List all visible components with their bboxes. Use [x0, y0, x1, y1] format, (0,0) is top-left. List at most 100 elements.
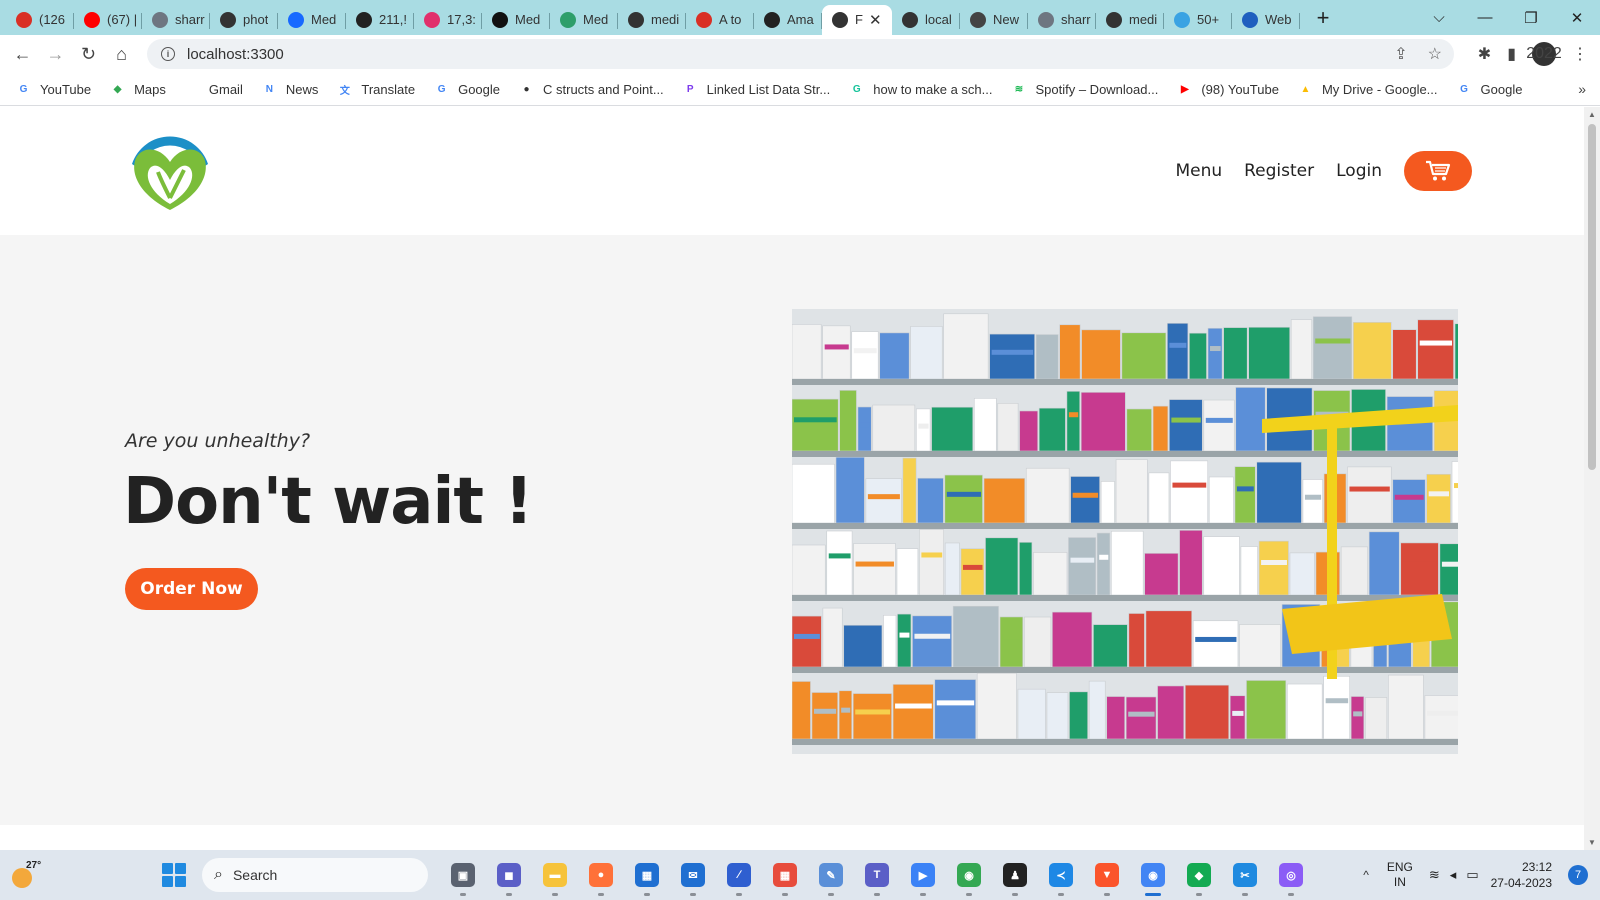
page-scrollbar[interactable]: ▲ ▼	[1584, 107, 1600, 850]
taskbar-app[interactable]: ▬	[532, 850, 578, 900]
taskbar-app[interactable]: ▶	[900, 850, 946, 900]
home-button[interactable]: ⌂	[105, 44, 138, 65]
profile-avatar[interactable]: 2022	[1526, 42, 1562, 66]
clock[interactable]: 23:12 27-04-2023	[1491, 859, 1552, 891]
browser-tab[interactable]: (67) |	[74, 5, 142, 35]
restore-button[interactable]: ❐	[1508, 9, 1554, 27]
browser-tab[interactable]: (126	[6, 5, 74, 35]
side-panel-icon[interactable]: ▮	[1507, 44, 1516, 64]
pharmacy-logo[interactable]	[124, 124, 216, 216]
taskbar-app[interactable]: ◉	[946, 850, 992, 900]
site-info-icon[interactable]: i	[161, 47, 175, 61]
browser-tab[interactable]: 17,3:	[414, 5, 482, 35]
browser-tab[interactable]: A to	[686, 5, 754, 35]
forward-button[interactable]: →	[39, 44, 72, 65]
bookmark-star-icon[interactable]: ☆	[1428, 44, 1442, 64]
taskbar-app[interactable]: ▦	[762, 850, 808, 900]
browser-menu-icon[interactable]: ⋮	[1572, 44, 1588, 64]
new-tab-button[interactable]: +	[1308, 3, 1338, 33]
bookmark-item[interactable]: G YouTube	[16, 82, 91, 97]
bookmark-item[interactable]: ≋ Spotify – Download...	[1011, 82, 1159, 97]
taskbar-app[interactable]: ∕	[716, 850, 762, 900]
taskbar-app[interactable]: T	[854, 850, 900, 900]
hero-tagline: Are you unhealthy?	[125, 430, 311, 452]
bookmark-label: C structs and Point...	[543, 81, 664, 97]
bookmark-item[interactable]: G Google	[1457, 82, 1522, 97]
taskbar-search[interactable]: ⌕ Search	[202, 858, 428, 892]
browser-tab[interactable]: 211,!	[346, 5, 414, 35]
mongodb-compass-icon: ◆	[1187, 863, 1211, 887]
taskbar-app[interactable]: ◎	[1268, 850, 1314, 900]
bookmark-item[interactable]: 文 Translate	[337, 82, 415, 97]
address-bar[interactable]: i localhost:3300 ⇪ ☆	[147, 39, 1454, 69]
weather-widget[interactable]: 27°	[8, 858, 42, 892]
bookmark-item[interactable]: Ghow to make a sch...	[849, 82, 993, 97]
youtube-icon	[84, 11, 100, 28]
meet-icon: ◼	[497, 863, 521, 887]
bookmark-item[interactable]: ▶ (98) YouTube	[1177, 82, 1279, 97]
taskbar-app[interactable]: ◼	[486, 850, 532, 900]
minimize-button[interactable]: —	[1462, 9, 1508, 26]
nav-login-link[interactable]: Login	[1336, 161, 1382, 181]
order-now-button[interactable]: Order Now	[125, 568, 258, 610]
bookmark-item[interactable]: ▲ My Drive - Google...	[1298, 82, 1437, 97]
tab-strip: (126 (67) | sharr phot Med 211,! 17,3: Med Med me…	[0, 0, 1600, 35]
taskbar-app[interactable]: ✉	[670, 850, 716, 900]
browser-tab[interactable]: 50+	[1164, 5, 1232, 35]
share-icon[interactable]: ⇪	[1394, 44, 1407, 64]
scroll-down-arrow-icon[interactable]: ▼	[1588, 838, 1596, 847]
bookmark-item[interactable]: ● C structs and Point...	[519, 81, 664, 97]
start-button[interactable]	[162, 863, 186, 887]
taskbar-app[interactable]: ●	[578, 850, 624, 900]
close-window-button[interactable]: ✕	[1554, 9, 1600, 27]
taskbar-app[interactable]: ◆	[1176, 850, 1222, 900]
taskbar-app[interactable]: ✎	[808, 850, 854, 900]
browser-tab[interactable]: New	[960, 5, 1028, 35]
browser-tab[interactable]: phot	[210, 5, 278, 35]
scrollbar-thumb[interactable]	[1588, 124, 1596, 470]
bookmark-item[interactable]: P Linked List Data Str...	[683, 82, 830, 97]
nav-register-link[interactable]: Register	[1244, 161, 1314, 181]
bookmark-item[interactable]: Gmail	[185, 82, 243, 97]
reload-button[interactable]: ↻	[72, 44, 105, 65]
nav-menu-link[interactable]: Menu	[1175, 161, 1222, 181]
taskbar-app[interactable]: ◉	[1130, 850, 1176, 900]
system-status[interactable]: ≋ ◂ ▭	[1429, 867, 1479, 883]
url-text[interactable]: localhost:3300	[187, 46, 284, 63]
back-button[interactable]: ←	[6, 44, 39, 65]
taskbar-app[interactable]: ▦	[624, 850, 670, 900]
scroll-up-arrow-icon[interactable]: ▲	[1588, 110, 1596, 119]
globe-icon	[628, 11, 644, 28]
tray-overflow-icon[interactable]: ^	[1363, 868, 1369, 882]
browser-tab[interactable]: sharr	[142, 5, 210, 35]
taskbar-app[interactable]: ✂	[1222, 850, 1268, 900]
cart-button[interactable]	[1404, 151, 1472, 191]
browser-tab[interactable]: medi	[618, 5, 686, 35]
taskbar-app[interactable]: ≺	[1038, 850, 1084, 900]
weather-sun-icon	[12, 868, 32, 888]
bookmark-item[interactable]: N News	[262, 82, 319, 97]
browser-tab[interactable]: Med	[550, 5, 618, 35]
browser-tab[interactable]: Ama	[754, 5, 822, 35]
browser-tab[interactable]: Web	[1232, 5, 1300, 35]
bookmark-item[interactable]: ◆ Maps	[110, 82, 166, 97]
browser-tab[interactable]: local	[892, 5, 960, 35]
browser-tab[interactable]: medi	[1096, 5, 1164, 35]
browser-tab[interactable]: F ✕	[822, 4, 892, 35]
tab-close-icon[interactable]: ✕	[869, 11, 882, 29]
browser-tab[interactable]: Med	[482, 5, 550, 35]
browser-tab[interactable]: sharr	[1028, 5, 1096, 35]
language-code: ENG	[1386, 860, 1413, 874]
scribd-icon	[696, 11, 712, 28]
tab-search-dropdown-icon[interactable]: ⌵	[1416, 9, 1462, 26]
bookmark-item[interactable]: G Google	[434, 82, 500, 97]
browser-tab[interactable]: Med	[278, 5, 346, 35]
taskbar-app[interactable]: ▣	[440, 850, 486, 900]
taskbar-app[interactable]: ♟	[992, 850, 1038, 900]
language-indicator[interactable]: ENG IN	[1387, 860, 1413, 890]
task-view-icon: ▣	[451, 863, 475, 887]
taskbar-app[interactable]: ▼	[1084, 850, 1130, 900]
extensions-icon[interactable]: ✱	[1478, 44, 1491, 64]
bookmarks-overflow-icon[interactable]: »	[1578, 81, 1586, 97]
notification-badge[interactable]: 7	[1568, 865, 1588, 885]
